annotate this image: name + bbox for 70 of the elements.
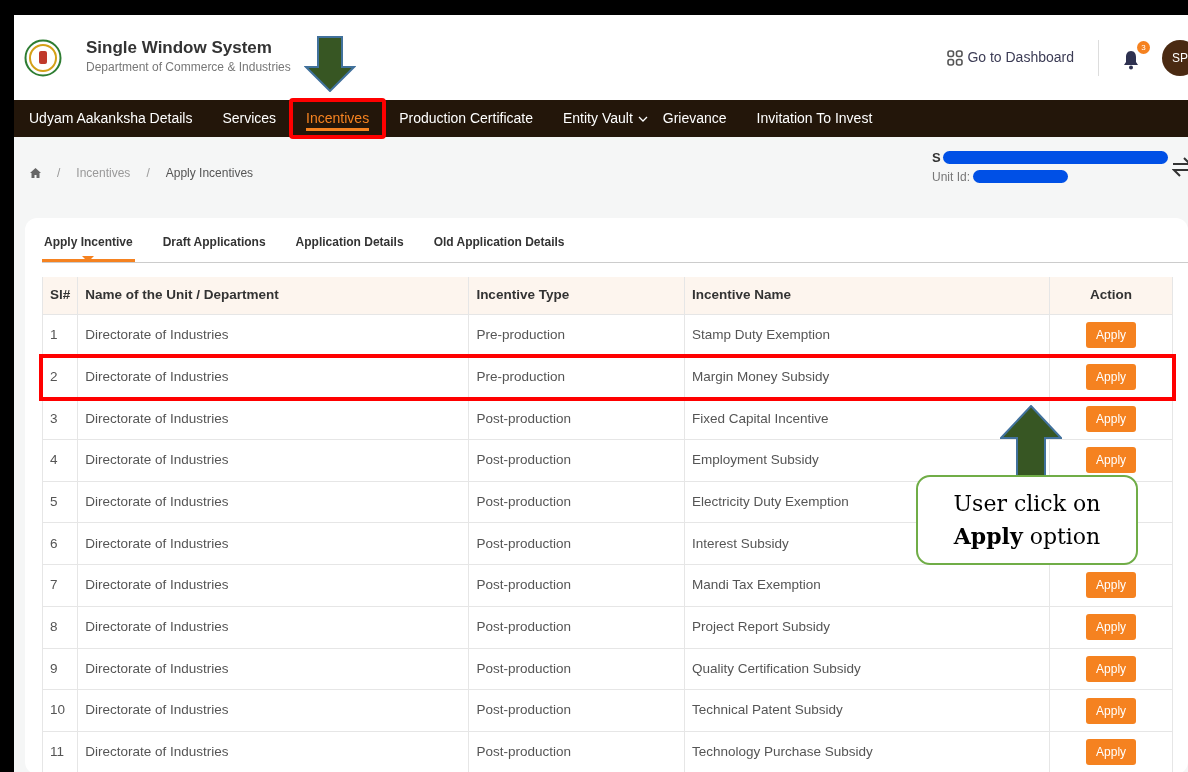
tab[interactable]: Old Application Details [431,230,567,262]
table-cell: Post-production [469,398,685,441]
column-header: Sl# [42,277,79,315]
swap-icon[interactable] [1172,155,1188,178]
table-cell: 6 [42,523,79,566]
nav-link[interactable]: Incentives [291,100,385,137]
table-cell: Directorate of Industries [78,523,470,566]
table-cell: Post-production [469,731,685,772]
tab[interactable]: Draft Applications [160,230,268,262]
table-cell: 10 [42,690,79,732]
callout-text: User click on Apply option [916,475,1138,565]
table-cell: Pre-production [469,315,685,357]
unit-name: S [932,149,941,167]
table-cell: 7 [42,565,79,607]
table-cell: Post-production [469,481,685,524]
table-cell: 11 [42,731,79,772]
home-icon[interactable] [30,168,41,178]
table-cell: 9 [42,648,79,691]
table-cell: Stamp Duty Exemption [684,315,1051,357]
table-cell: Directorate of Industries [78,440,470,482]
table-cell: Post-production [469,648,685,691]
table-cell: Post-production [469,440,685,482]
table-cell: Directorate of Industries [78,731,470,772]
breadcrumb-separator: / [57,165,61,182]
nav-link[interactable]: Production Certificate [384,100,548,137]
table-cell: Directorate of Industries [78,565,470,607]
table-cell: 5 [42,481,79,524]
grid-icon [947,49,964,66]
table-cell: Technical Patent Subsidy [684,690,1051,732]
table-cell: 8 [42,606,79,649]
table-cell: Technology Purchase Subsidy [684,731,1051,772]
unit-id-label: Unit Id: [932,168,970,186]
column-header: Incentive Name [684,277,1051,315]
table-cell: 3 [42,398,79,441]
table-cell: 1 [42,315,79,357]
table-cell: Directorate of Industries [78,356,470,399]
table-cell: Post-production [469,523,685,566]
column-header: Incentive Type [469,277,685,315]
nav-link[interactable]: Entity Vault [548,100,648,137]
column-header: Name of the Unit / Department [78,277,470,315]
table-cell: 4 [42,440,79,482]
notification-badge: 3 [1137,41,1150,54]
site-subtitle: Department of Commerce & Industries [86,58,291,76]
table-cell: Directorate of Industries [78,315,470,357]
table-cell: Directorate of Industries [78,648,470,691]
emblem-logo [24,38,62,77]
nav-link[interactable]: Invitation To Invest [741,100,888,137]
dashboard-link[interactable]: Go to Dashboard [947,47,1074,68]
nav-link[interactable]: Grievance [647,100,742,137]
table-cell: Margin Money Subsidy [684,356,1051,399]
nav-link[interactable]: Services [207,100,292,137]
breadcrumb-current: Apply Incentives [165,165,254,182]
table-cell: Quality Certification Subsidy [684,648,1051,691]
table-cell: Directorate of Industries [78,690,470,732]
up-arrow [1000,405,1062,477]
table-cell: Project Report Subsidy [684,606,1051,649]
nav-link[interactable]: Udyam Aakanksha Details [14,100,208,137]
site-title: Single Window System [86,39,273,58]
table-cell: Post-production [469,690,685,732]
table-cell: Directorate of Industries [78,398,470,441]
user-avatar[interactable]: SP [1162,39,1188,76]
tab[interactable]: Application Details [293,230,406,262]
table-cell: Directorate of Industries [78,481,470,524]
table-cell: Post-production [469,606,685,649]
table-cell: Directorate of Industries [78,606,470,649]
table-cell: Pre-production [469,356,685,399]
table-cell: Post-production [469,565,685,607]
down-arrow [304,36,356,92]
column-header: Action [1050,277,1173,315]
breadcrumb-separator: / [146,165,150,182]
